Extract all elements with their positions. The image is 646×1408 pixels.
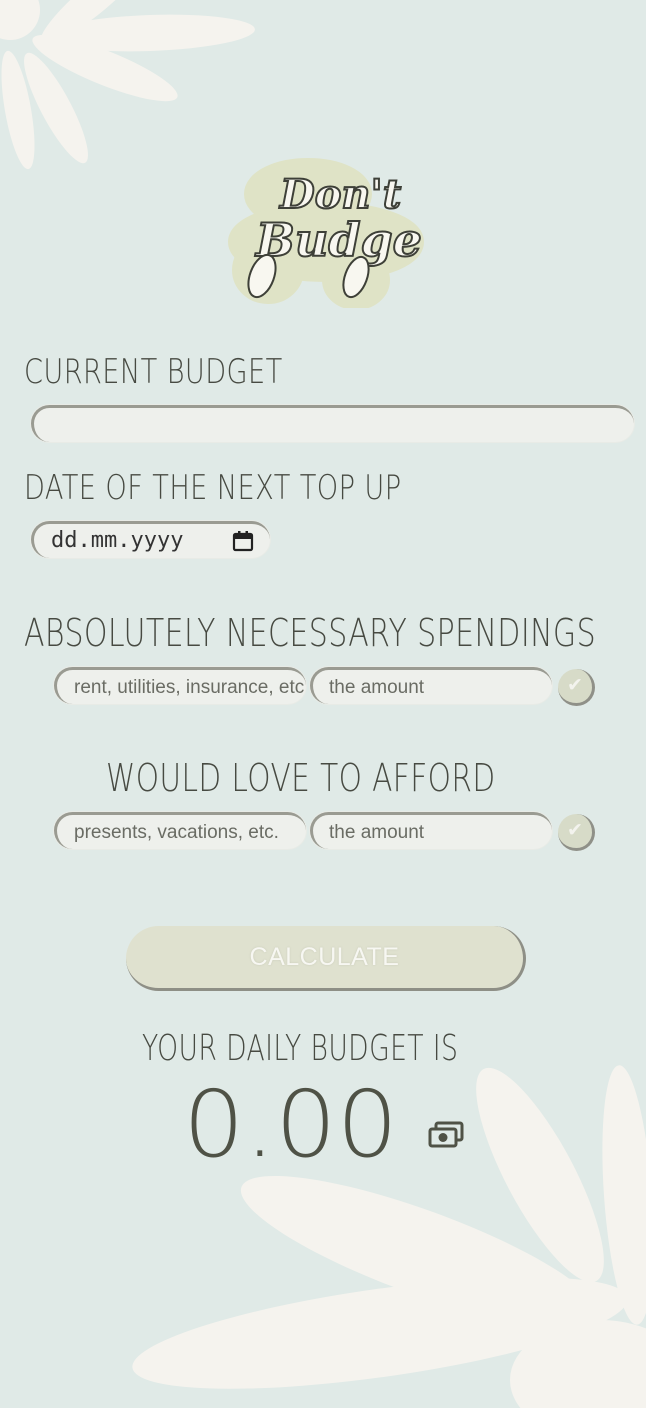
calendar-icon[interactable] xyxy=(232,530,254,552)
date-placeholder: dd.mm.yyyy xyxy=(51,528,184,553)
current-budget-label: CURRENT BUDGET xyxy=(24,352,283,392)
svg-text:Budge: Budge xyxy=(254,213,422,267)
app-logo: Don't Budge xyxy=(228,158,424,308)
would-love-to-afford-label: WOULD LOVE TO AFFORD xyxy=(106,756,496,800)
next-top-up-date-input[interactable]: dd.mm.yyyy xyxy=(31,521,270,558)
next-top-up-label: DATE OF THE NEXT TOP UP xyxy=(24,468,402,508)
wishlist-category-input[interactable]: presents, vacations, etc. xyxy=(54,812,306,849)
money-icon xyxy=(428,1121,464,1148)
daily-budget-value: 0.00 xyxy=(183,1071,399,1178)
svg-text:Don't: Don't xyxy=(279,171,402,218)
daily-budget-label: YOUR DAILY BUDGET IS xyxy=(142,1028,459,1069)
add-necessary-button[interactable]: ✔ xyxy=(558,669,595,706)
necessary-category-input[interactable]: rent, utilities, insurance, etc. xyxy=(54,667,306,704)
add-wishlist-button[interactable]: ✔ xyxy=(558,814,595,851)
wishlist-amount-input[interactable]: the amount xyxy=(310,812,552,849)
necessary-spendings-label: ABSOLUTELY NECESSARY SPENDINGS xyxy=(24,611,597,655)
check-icon: ✔ xyxy=(567,819,583,841)
check-icon: ✔ xyxy=(567,674,583,696)
necessary-amount-input[interactable]: the amount xyxy=(310,667,552,704)
current-budget-input[interactable] xyxy=(31,405,634,442)
calculate-button[interactable]: CALCULATE xyxy=(126,926,526,991)
